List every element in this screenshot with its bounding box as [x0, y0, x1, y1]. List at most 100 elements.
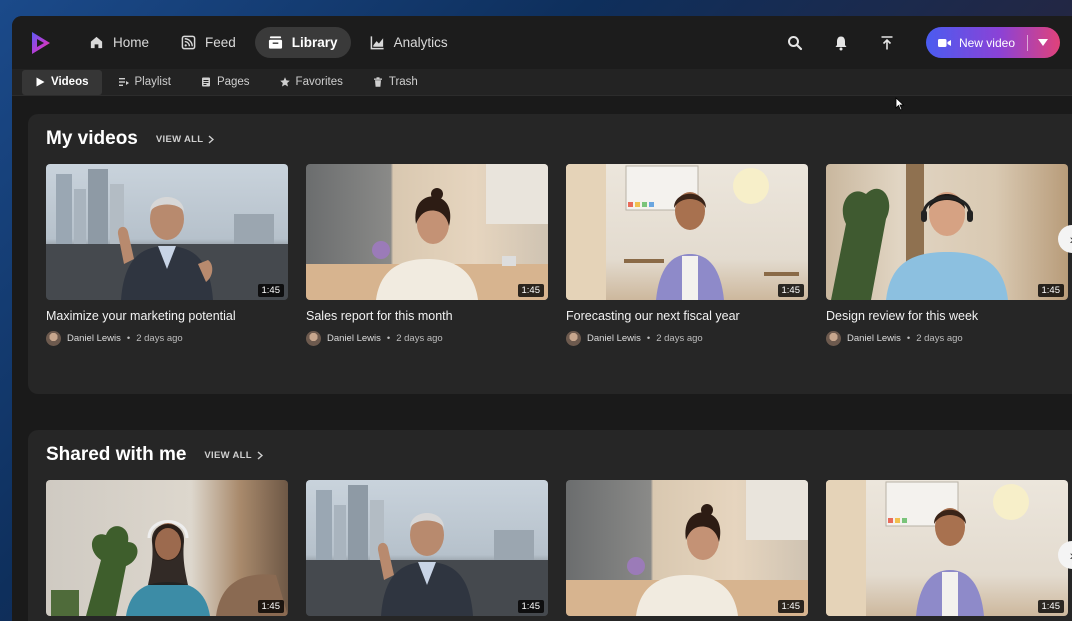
feed-icon [181, 35, 196, 50]
app-window: Home Feed Library Analytics New video Vi… [12, 16, 1072, 621]
video-title[interactable]: Maximize your marketing potential [46, 309, 288, 323]
nav-home-label: Home [113, 35, 150, 50]
subnav-trash[interactable]: Trash [360, 70, 431, 95]
video-thumbnail[interactable]: 1:45 [306, 164, 548, 300]
notifications-button[interactable] [818, 27, 864, 59]
library-icon [268, 36, 282, 49]
section-title: My videos [46, 128, 138, 149]
thumbnail-image [51, 520, 288, 616]
video-title[interactable]: Sales report for this month [306, 309, 548, 323]
mouse-cursor-icon [895, 97, 905, 111]
duration-badge: 1:45 [1037, 600, 1064, 613]
thumbnail-image [566, 480, 808, 616]
subnav-videos-label: Videos [51, 76, 89, 88]
nav-library-label: Library [291, 35, 338, 50]
author-avatar [46, 331, 61, 346]
subnav-videos[interactable]: Videos [22, 69, 102, 95]
thumbnail-image [826, 480, 1029, 616]
nav-home[interactable]: Home [76, 27, 162, 58]
subnav-favorites[interactable]: Favorites [267, 70, 356, 95]
upload-button[interactable] [864, 27, 910, 59]
video-thumbnail[interactable]: 1:45 [826, 164, 1068, 300]
bell-icon [835, 36, 847, 50]
view-all-link[interactable]: VIEW ALL [204, 449, 263, 461]
search-button[interactable] [772, 27, 818, 59]
duration-badge: 1:45 [517, 284, 544, 297]
duration-badge: 1:45 [517, 600, 544, 613]
nav-analytics-label: Analytics [393, 35, 448, 50]
chevron-right-icon [257, 450, 263, 460]
star-icon [279, 77, 290, 87]
view-all-label: VIEW ALL [204, 449, 252, 461]
library-content: My videos VIEW ALL 1:45 Maximize your ma… [12, 96, 1072, 621]
video-meta: Daniel Lewis • 2 days ago [46, 331, 288, 346]
meta-separator: • [386, 333, 391, 344]
video-title[interactable]: Design review for this week [826, 309, 1068, 323]
duration-badge: 1:45 [777, 600, 804, 613]
author-name[interactable]: Daniel Lewis [67, 333, 121, 344]
upload-time: 2 days ago [136, 333, 183, 344]
library-subnav: Videos Playlist Pages Favorites Trash [12, 69, 1072, 96]
button-divider [1027, 34, 1028, 51]
my-videos-section: My videos VIEW ALL 1:45 Maximize your ma… [28, 114, 1072, 394]
upload-icon [881, 35, 893, 49]
author-avatar [306, 331, 321, 346]
duration-badge: 1:45 [257, 600, 284, 613]
video-card[interactable]: 1:45 [306, 480, 548, 616]
video-card[interactable]: 1:45 Sales report for this month Daniel … [306, 164, 548, 346]
subnav-favorites-label: Favorites [295, 76, 343, 88]
video-card[interactable]: 1:45 Design review for this week Daniel … [826, 164, 1068, 346]
video-camera-icon [937, 38, 951, 47]
top-bar: Home Feed Library Analytics New video [12, 16, 1072, 69]
new-video-button[interactable]: New video [925, 27, 1060, 58]
duration-badge: 1:45 [777, 284, 804, 297]
upload-time: 2 days ago [396, 333, 443, 344]
video-meta: Daniel Lewis • 2 days ago [566, 331, 808, 346]
author-name[interactable]: Daniel Lewis [327, 333, 381, 344]
trash-icon [373, 77, 382, 87]
home-icon [90, 36, 103, 49]
subnav-pages-label: Pages [216, 76, 250, 88]
video-thumbnail[interactable]: 1:45 [46, 480, 288, 616]
video-card[interactable]: 1:45 [46, 480, 288, 616]
app-logo-icon[interactable] [28, 30, 54, 56]
video-card[interactable]: 1:45 [566, 480, 808, 616]
video-card[interactable]: 1:45 Forecasting our next fiscal year Da… [566, 164, 808, 346]
thumbnail-image [306, 164, 548, 300]
section-title: Shared with me [46, 444, 187, 465]
nav-library[interactable]: Library [254, 27, 351, 58]
upload-time: 2 days ago [916, 333, 963, 344]
video-thumbnail[interactable]: 1:45 [306, 480, 548, 616]
thumbnail-image [831, 164, 1008, 300]
author-name[interactable]: Daniel Lewis [587, 333, 641, 344]
author-avatar [566, 331, 581, 346]
video-row: 1:45 1:45 1:45 1:45 [46, 480, 1072, 616]
author-name[interactable]: Daniel Lewis [847, 333, 901, 344]
video-title[interactable]: Forecasting our next fiscal year [566, 309, 808, 323]
nav-analytics[interactable]: Analytics [357, 27, 461, 58]
video-meta: Daniel Lewis • 2 days ago [306, 331, 548, 346]
thumbnail-image [46, 169, 288, 300]
video-card[interactable]: 1:45 Maximize your marketing potential D… [46, 164, 288, 346]
nav-feed-label: Feed [205, 35, 236, 50]
nav-feed[interactable]: Feed [168, 27, 249, 58]
subnav-playlist-label: Playlist [134, 76, 171, 88]
video-card[interactable]: 1:45 [826, 480, 1068, 616]
main-nav: Home Feed Library Analytics [76, 27, 461, 58]
video-thumbnail[interactable]: 1:45 [566, 480, 808, 616]
pages-icon [201, 77, 210, 87]
shared-with-me-section: Shared with me VIEW ALL 1:45 1:45 1:45 1… [28, 430, 1072, 621]
view-all-link[interactable]: VIEW ALL [156, 134, 215, 145]
new-video-label: New video [958, 35, 1015, 50]
video-meta: Daniel Lewis • 2 days ago [826, 331, 1068, 346]
thumbnail-image [306, 485, 548, 616]
upload-time: 2 days ago [656, 333, 703, 344]
caret-down-icon[interactable] [1038, 38, 1048, 47]
subnav-playlist[interactable]: Playlist [106, 70, 184, 95]
subnav-pages[interactable]: Pages [188, 70, 263, 95]
video-thumbnail[interactable]: 1:45 [826, 480, 1068, 616]
video-thumbnail[interactable]: 1:45 [46, 164, 288, 300]
duration-badge: 1:45 [1037, 284, 1064, 297]
video-thumbnail[interactable]: 1:45 [566, 164, 808, 300]
video-row: 1:45 Maximize your marketing potential D… [46, 164, 1072, 346]
